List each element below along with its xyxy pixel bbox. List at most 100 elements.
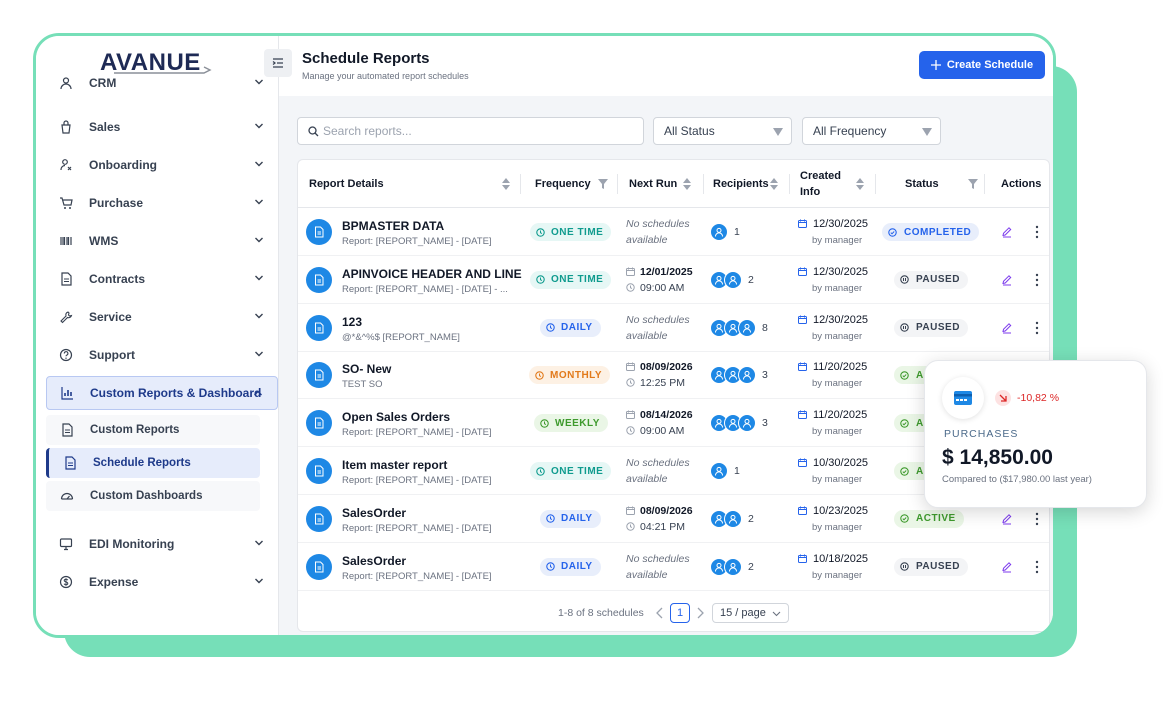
table-row[interactable]: 123 @*&^%$ [REPORT_NAME] DAILY No schedu…	[298, 304, 1049, 352]
page-size-select[interactable]: 15 / page	[712, 603, 789, 623]
sidebar-item-contracts[interactable]: Contracts	[46, 262, 278, 296]
calendar-icon	[798, 267, 807, 276]
report-name[interactable]: SO- New	[342, 362, 391, 376]
sidebar-subitem-schedule-reports[interactable]: Schedule Reports	[46, 448, 260, 478]
user-icon	[59, 76, 73, 90]
report-name[interactable]: SalesOrder	[342, 554, 406, 568]
column-frequency[interactable]: Frequency	[535, 160, 615, 208]
filter-icon[interactable]	[598, 179, 608, 189]
calendar-icon	[798, 410, 807, 420]
calendar-icon	[626, 410, 635, 420]
report-name[interactable]: SalesOrder	[342, 506, 406, 520]
report-name[interactable]: Open Sales Orders	[342, 410, 450, 424]
column-created-info[interactable]: Created Info	[800, 160, 875, 208]
edit-icon[interactable]	[1001, 274, 1013, 286]
sidebar-subitem-custom-dashboards[interactable]: Custom Dashboards	[46, 481, 260, 511]
status-badge: ACTIVE	[894, 509, 964, 528]
recipient-avatar	[738, 318, 756, 337]
recipients: 3	[710, 366, 768, 385]
sidebar-item-label: Service	[89, 310, 132, 324]
sort-icon[interactable]	[683, 178, 691, 190]
edit-icon[interactable]	[1001, 561, 1013, 573]
sidebar-item-crm[interactable]: CRM	[46, 66, 278, 100]
recipient-avatar	[710, 462, 728, 480]
column-label: Status	[905, 178, 939, 190]
more-vertical-icon[interactable]	[1034, 321, 1040, 335]
sort-icon[interactable]	[502, 178, 510, 190]
clock-icon	[536, 466, 545, 476]
table-row[interactable]: APINVOICE HEADER AND LINE Report: [REPOR…	[298, 256, 1049, 304]
dropdown-arrow-icon	[922, 128, 932, 136]
sort-icon[interactable]	[856, 178, 864, 190]
sidebar-item-support[interactable]: Support	[46, 338, 278, 372]
sort-icon[interactable]	[770, 178, 778, 190]
report-name[interactable]: Item master report	[342, 458, 447, 472]
next-run-date: 08/09/2026	[626, 359, 693, 375]
more-vertical-icon[interactable]	[1034, 273, 1040, 287]
status-filter-select[interactable]: All Status	[653, 117, 792, 145]
calendar-icon	[626, 267, 635, 276]
report-name[interactable]: 123	[342, 315, 362, 329]
sidebar-item-expense[interactable]: Expense	[46, 565, 278, 599]
report-icon	[306, 410, 332, 437]
pause-circle-icon	[900, 323, 909, 332]
sidebar-item-onboarding[interactable]: Onboarding	[46, 148, 278, 182]
column-label: Info	[800, 186, 821, 198]
create-schedule-button[interactable]: Create Schedule	[919, 51, 1045, 79]
clock-icon	[626, 378, 635, 388]
sidebar-item-sales[interactable]: Sales	[46, 110, 278, 144]
frequency-badge: MONTHLY	[529, 366, 611, 385]
search-input[interactable]: Search reports...	[297, 117, 644, 145]
column-report-details[interactable]: Report Details	[309, 160, 519, 208]
created-date: 10/23/2025	[798, 503, 868, 519]
sidebar-item-custom-reports-dashboard[interactable]: Custom Reports & Dashboard	[46, 376, 278, 410]
column-label: Next Run	[629, 178, 678, 190]
column-next-run[interactable]: Next Run	[629, 160, 704, 208]
sidebar-subitem-custom-reports[interactable]: Custom Reports	[46, 415, 260, 445]
clock-icon	[626, 283, 635, 292]
bar-chart-icon	[61, 387, 73, 400]
report-name[interactable]: APINVOICE HEADER AND LINE	[342, 267, 522, 281]
table-row[interactable]: BPMASTER DATA Report: [REPORT_NAME] - [D…	[298, 208, 1049, 256]
pause-circle-icon	[900, 562, 909, 571]
wrench-icon	[59, 310, 73, 324]
column-divider	[617, 174, 618, 194]
collapse-sidebar-button[interactable]	[264, 49, 292, 77]
user-icon	[60, 77, 72, 90]
recipients: 2	[710, 509, 754, 528]
chevron-right-icon[interactable]	[695, 607, 705, 619]
recipient-count: 8	[762, 321, 768, 334]
sidebar-item-service[interactable]: Service	[46, 300, 278, 334]
sidebar-item-purchase[interactable]: Purchase	[46, 186, 278, 220]
cart-icon	[60, 197, 73, 209]
chevron-down-icon	[255, 275, 263, 281]
edit-icon[interactable]	[1001, 513, 1013, 525]
sidebar-item-wms[interactable]: WMS	[46, 224, 278, 258]
created-by: by manager	[812, 569, 863, 581]
report-icon	[306, 314, 332, 341]
sidebar-subitem-label: Custom Reports	[90, 424, 180, 436]
edit-icon[interactable]	[1001, 322, 1013, 334]
edit-icon[interactable]	[1001, 226, 1013, 238]
column-status[interactable]: Status	[905, 160, 985, 208]
status-badge: PAUSED	[894, 557, 968, 576]
chevron-left-icon[interactable]	[655, 607, 665, 619]
column-divider	[789, 174, 790, 194]
more-vertical-icon[interactable]	[1034, 225, 1040, 239]
sidebar-item-edi-monitoring[interactable]: EDI Monitoring	[46, 527, 278, 561]
more-vertical-icon[interactable]	[1034, 512, 1040, 526]
report-description: Report: [REPORT_NAME] - [DATE] - ...	[342, 283, 508, 295]
report-name[interactable]: BPMASTER DATA	[342, 219, 444, 233]
column-recipients[interactable]: Recipients	[713, 160, 793, 208]
more-vertical-icon[interactable]	[1034, 560, 1040, 574]
page-size-value: 15 / page	[720, 607, 766, 619]
page-number-button[interactable]: 1	[670, 603, 690, 623]
filter-icon[interactable]	[968, 179, 978, 189]
recipients: 1	[710, 462, 740, 480]
recipients: 8	[710, 318, 768, 337]
frequency-badge: DAILY	[540, 509, 601, 528]
user-icon	[715, 562, 723, 572]
column-label: Created	[800, 170, 841, 182]
table-row[interactable]: SalesOrder Report: [REPORT_NAME] - [DATE…	[298, 543, 1049, 591]
frequency-filter-select[interactable]: All Frequency	[802, 117, 941, 145]
